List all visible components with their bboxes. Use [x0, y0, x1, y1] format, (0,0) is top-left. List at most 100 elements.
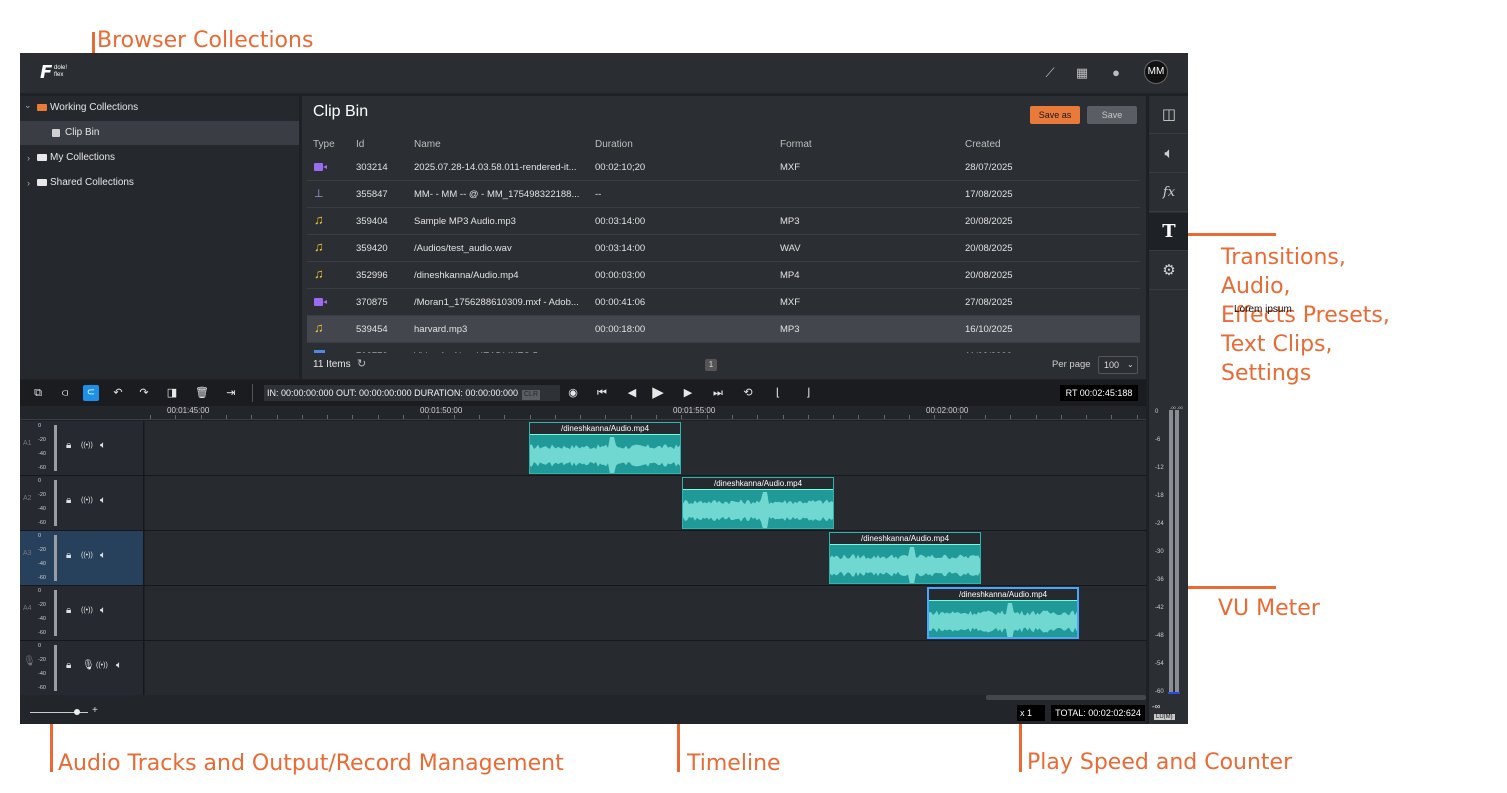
lock-icon[interactable]: 🔒︎ — [66, 495, 71, 506]
audio-clip[interactable]: /dineshkanna/Audio.mp4 — [682, 477, 834, 529]
step-back-icon[interactable]: ◀ — [624, 385, 640, 401]
timeline-ruler[interactable]: 00:01:45:00 00:01:50:00 00:01:55:00 00:0… — [20, 406, 1146, 420]
text-icon[interactable]: T — [1149, 213, 1188, 251]
save-as-button[interactable]: Save as — [1030, 106, 1080, 124]
tree-item-my-collections[interactable]: › My Collections — [20, 146, 299, 170]
sequence-icon: ⊥ — [314, 188, 324, 200]
tree-item-clip-bin[interactable]: Clip Bin — [20, 121, 299, 145]
table-row[interactable]: ♫ 359404 Sample MP3 Audio.mp3 00:03:14:00 MP… — [307, 208, 1140, 235]
settings-icon[interactable]: ⚙ — [1149, 252, 1188, 290]
track-lane[interactable]: /dineshkanna/Audio.mp4 — [145, 586, 1146, 640]
speaker-icon[interactable]: 🔈︎ — [100, 605, 106, 616]
speaker-icon[interactable]: 🔈︎ — [100, 495, 106, 506]
track-header[interactable]: A4 0 -20 -40 -60 🔒︎ ((•)) 🔈︎ — [20, 586, 144, 640]
waveform — [530, 437, 680, 473]
go-to-end-icon[interactable]: ⏭ — [710, 385, 726, 401]
clear-button[interactable]: CLR — [522, 390, 541, 400]
track-header[interactable]: A2 0 -20 -40 -60 🔒︎ ((•)) 🔈︎ — [20, 476, 144, 530]
step-forward-icon[interactable]: ▶ — [680, 385, 696, 401]
horizontal-scrollbar[interactable] — [986, 695, 1146, 700]
chevron-down-icon[interactable]: ⌄ — [24, 93, 32, 117]
lock-icon[interactable]: 🔒︎ — [66, 550, 71, 561]
wand-icon[interactable]: ⟋ — [1040, 63, 1060, 83]
broadcast-icon[interactable]: ((•)) — [81, 497, 93, 504]
broadcast-icon[interactable]: ((•)) — [81, 552, 93, 559]
broadcast-icon[interactable]: ((•)) — [81, 442, 93, 449]
cell-format: MXF — [780, 162, 801, 173]
cell-format: WAV — [780, 243, 801, 254]
column-header-format[interactable]: Format — [780, 139, 812, 150]
redo-icon[interactable]: ↷ — [136, 385, 152, 401]
tree-item-shared-collections[interactable]: › Shared Collections — [20, 171, 299, 195]
chevron-right-icon[interactable]: › — [27, 146, 30, 170]
lightbulb-icon[interactable]: ● — [1106, 63, 1126, 83]
user-avatar[interactable]: MM — [1144, 60, 1168, 84]
mark-out-icon[interactable]: ⌋ — [800, 385, 816, 401]
zoom-in-icon[interactable]: + — [92, 705, 98, 716]
track-meter-label: -60 — [38, 465, 46, 471]
column-header-duration[interactable]: Duration — [595, 139, 633, 150]
speaker-icon[interactable]: 🔈︎ — [116, 660, 122, 671]
undo-icon[interactable]: ↶ — [110, 385, 126, 401]
transitions-icon[interactable]: ◫ — [1149, 96, 1188, 134]
split-icon[interactable]: ⧉ — [30, 385, 46, 401]
broadcast-icon[interactable]: ((•)) — [81, 607, 93, 614]
track-header[interactable]: A3 0 -20 -40 -60 🔒︎ ((•)) 🔈︎ — [20, 531, 144, 585]
track-lane[interactable]: /dineshkanna/Audio.mp4 — [145, 531, 1146, 585]
tree-item-label: Clip Bin — [65, 127, 100, 138]
cell-id: 359420 — [356, 243, 388, 254]
ruler-tick — [352, 415, 354, 419]
play-icon[interactable]: ▶ — [650, 385, 666, 401]
lock-icon[interactable]: 🔒︎ — [66, 605, 71, 616]
track-header[interactable]: 🎙︎ 0 -20 -40 -60 🔒︎ 🎙︎ ((•)) 🔈︎ — [20, 641, 144, 695]
track-lane[interactable] — [145, 641, 1146, 695]
table-row[interactable]: 303214 2025.07.28-14.03.58.011-rendered-i… — [307, 154, 1140, 181]
column-header-id[interactable]: Id — [356, 139, 364, 150]
vu-tick-label: -60 — [1155, 689, 1164, 695]
cell-id: 355847 — [356, 189, 388, 200]
track-lane[interactable]: /dineshkanna/Audio.mp4 — [145, 421, 1146, 475]
zoom-slider-handle[interactable] — [74, 709, 80, 715]
table-row[interactable]: ♫ 359420/Audios/test_audio.wav 00:03:14:00… — [307, 235, 1140, 262]
speaker-icon[interactable]: 🔈︎ — [100, 550, 106, 561]
extend-icon[interactable]: ⇥ — [223, 385, 239, 401]
app-logo[interactable]: F dole! flex — [40, 63, 80, 83]
slip-icon[interactable]: ◨ — [164, 385, 180, 401]
audio-clip[interactable]: /dineshkanna/Audio.mp4 — [529, 422, 681, 474]
apps-grid-icon[interactable]: ▦ — [1072, 63, 1092, 83]
track-header[interactable]: A1 0 -20 -40 -60 🔒︎ ((•)) 🔈︎ — [20, 421, 144, 475]
lock-icon[interactable]: 🔒︎ — [66, 440, 71, 451]
ruler-tick — [200, 415, 202, 419]
audio-clip[interactable]: /dineshkanna/Audio.mp4 — [927, 587, 1079, 639]
page-number[interactable]: 1 — [705, 359, 717, 371]
column-header-created[interactable]: Created — [965, 139, 1001, 150]
audio-icon[interactable]: 🔈︎ — [1149, 135, 1188, 173]
lock-icon[interactable]: 🔒︎ — [66, 660, 71, 671]
go-to-start-icon[interactable]: ⏮ — [594, 385, 610, 401]
column-header-type[interactable]: Type — [313, 139, 335, 150]
cell-duration: 00:03:14:00 — [595, 216, 646, 227]
track-lane[interactable]: /dineshkanna/Audio.mp4 — [145, 476, 1146, 530]
refresh-icon[interactable]: ↻ — [357, 357, 366, 370]
chevron-right-icon[interactable]: › — [27, 171, 30, 195]
table-row[interactable]: ♫ 539454 harvard.mp3 00:00:18:00 MP3 16/10/20… — [307, 316, 1140, 343]
delete-icon[interactable]: 🗑︎ — [194, 385, 210, 401]
ripple-icon[interactable]: ⫏ — [57, 385, 73, 401]
loop-icon[interactable]: ⟲ — [740, 385, 756, 401]
table-row[interactable]: ♫ 352996/dineshkanna/Audio.mp4 00:00:03:00… — [307, 262, 1140, 289]
record-icon[interactable]: ◉ — [565, 385, 581, 401]
column-header-name[interactable]: Name — [414, 139, 441, 150]
save-button[interactable]: Save — [1087, 106, 1137, 124]
per-page-select[interactable]: 100 ⌄ — [1098, 356, 1138, 374]
play-speed[interactable]: x 1 — [1017, 705, 1045, 721]
tree-item-working-collections[interactable]: ⌄ Working Collections — [20, 96, 299, 120]
microphone-icon[interactable]: 🎙︎ — [82, 660, 95, 671]
speaker-icon[interactable]: 🔈︎ — [100, 440, 106, 451]
broadcast-icon[interactable]: ((•)) — [96, 662, 108, 669]
effects-icon[interactable]: fx — [1149, 174, 1188, 212]
snap-magnet-icon[interactable]: ⊂ — [83, 385, 99, 401]
audio-clip[interactable]: /dineshkanna/Audio.mp4 — [829, 532, 981, 584]
table-row[interactable]: 370875/Moran1_1756288610309.mxf - Adob..… — [307, 289, 1140, 316]
table-row[interactable]: ⊥ 355847 MM- - MM -- @ - MM_175498322188..… — [307, 181, 1140, 208]
mark-in-icon[interactable]: ⌊ — [770, 385, 786, 401]
